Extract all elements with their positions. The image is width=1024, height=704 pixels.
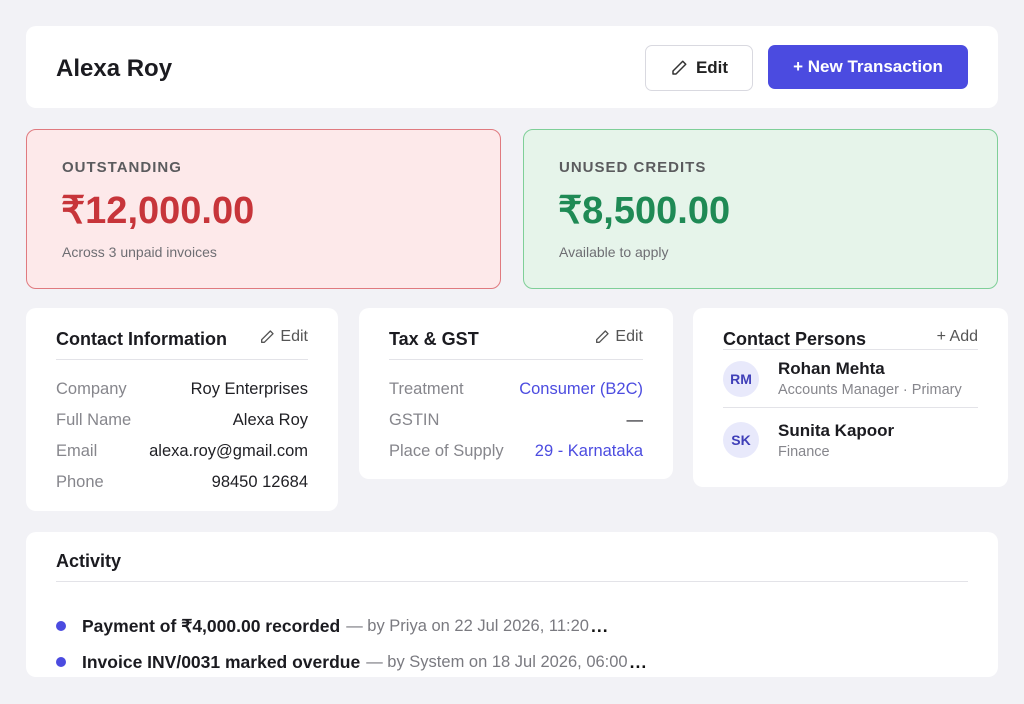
activity-text: Payment of ₹4,000.00 recorded	[82, 615, 341, 636]
place-of-supply-value[interactable]: 29 - Karnataka	[535, 442, 643, 461]
contact-info-rows: Company Roy Enterprises Full Name Alexa …	[56, 374, 308, 498]
info-row: Full Name Alexa Roy	[56, 405, 308, 436]
outstanding-note: Across 3 unpaid invoices	[62, 244, 217, 260]
credits-note: Available to apply	[559, 244, 669, 260]
row-value: 98450 12684	[211, 473, 308, 491]
edit-label: Edit	[615, 328, 643, 345]
activity-text: Invoice INV/0031 marked overdue	[82, 651, 361, 672]
card-title: Contact Information	[56, 329, 227, 349]
activity-item: Invoice INV/0031 marked overdue — by Sys…	[56, 644, 968, 680]
edit-button-label: Edit	[695, 58, 729, 77]
info-row: Email alexa.roy@gmail.com	[56, 436, 308, 467]
pencil-icon	[670, 59, 688, 77]
activity-more[interactable]: ...	[591, 616, 609, 637]
row-value: —	[626, 411, 644, 429]
row-label: GSTIN	[389, 411, 440, 429]
edit-label: Edit	[280, 328, 308, 345]
row-value: Alexa Roy	[232, 411, 308, 429]
unused-credits-card: UNUSED CREDITS ₹8,500.00 Available to ap…	[523, 129, 998, 289]
edit-tax-gst-button[interactable]: Edit	[594, 328, 643, 346]
edit-contact-info-button[interactable]: Edit	[259, 328, 308, 346]
activity-card: Activity Payment of ₹4,000.00 recorded —…	[26, 532, 998, 677]
card-header: Contact Persons + Add	[723, 328, 978, 350]
row-label: Place of Supply	[389, 442, 504, 460]
person-name: Sunita Kapoor	[778, 420, 895, 440]
customer-name: Alexa Roy	[56, 55, 173, 82]
credits-amount: ₹8,500.00	[558, 190, 731, 232]
info-row: Place of Supply 29 - Karnataka	[389, 436, 643, 467]
new-transaction-button[interactable]: + New Transaction	[768, 45, 968, 89]
bullet-dot-icon	[56, 657, 66, 667]
contact-persons-card: Contact Persons + Add RM Rohan Mehta Acc…	[693, 308, 1008, 487]
pencil-icon	[259, 329, 275, 345]
row-label: Full Name	[56, 411, 132, 429]
person-role: Accounts Manager · Primary	[778, 382, 962, 398]
info-row: Treatment Consumer (B2C)	[389, 374, 643, 405]
activity-item: Payment of ₹4,000.00 recorded — by Priya…	[56, 608, 968, 644]
avatar: SK	[723, 422, 759, 458]
bullet-dot-icon	[56, 621, 66, 631]
person-name: Rohan Mehta	[778, 359, 885, 378]
card-header: Contact Information Edit	[56, 328, 308, 360]
pencil-icon	[594, 329, 610, 345]
row-label: Email	[56, 442, 98, 460]
activity-meta: — by System on 18 Jul 2026, 06:00	[366, 652, 628, 671]
activity-list: Payment of ₹4,000.00 recorded — by Priya…	[56, 608, 968, 680]
person-details: Rohan Mehta Accounts Manager · Primary	[778, 359, 962, 398]
card-title: Contact Persons	[723, 329, 867, 349]
card-title: Tax & GST	[389, 329, 479, 349]
info-row: Company Roy Enterprises	[56, 374, 308, 405]
outstanding-amount: ₹12,000.00	[61, 190, 255, 232]
edit-customer-button[interactable]: Edit	[645, 45, 753, 91]
info-row: GSTIN —	[389, 405, 643, 436]
treatment-value[interactable]: Consumer (B2C)	[519, 380, 643, 399]
tax-gst-card: Tax & GST Edit Treatment Consumer (B2C) …	[359, 308, 673, 479]
row-label: Treatment	[389, 380, 464, 398]
add-contact-person-button[interactable]: + Add	[937, 328, 978, 346]
row-label: Company	[56, 380, 127, 398]
contact-person-item[interactable]: RM Rohan Mehta Accounts Manager · Primar…	[723, 350, 978, 408]
row-label: Phone	[56, 473, 104, 491]
credits-label: UNUSED CREDITS	[559, 159, 707, 176]
card-header: Tax & GST Edit	[389, 328, 643, 360]
customer-header: Alexa Roy Edit + New Transaction	[26, 26, 998, 108]
contact-information-card: Contact Information Edit Company Roy Ent…	[26, 308, 338, 511]
row-value: alexa.roy@gmail.com	[149, 442, 308, 460]
outstanding-label: OUTSTANDING	[62, 159, 182, 176]
tax-gst-rows: Treatment Consumer (B2C) GSTIN — Place o…	[389, 374, 643, 467]
card-header: Activity	[56, 550, 968, 582]
card-title: Activity	[56, 551, 122, 571]
person-role: Finance	[778, 443, 830, 460]
person-details: Sunita Kapoor Finance	[778, 421, 894, 460]
avatar: RM	[723, 360, 759, 397]
info-row: Phone 98450 12684	[56, 467, 308, 498]
activity-more[interactable]: ...	[630, 652, 648, 673]
row-value: Roy Enterprises	[190, 380, 308, 398]
contact-person-item[interactable]: SK Sunita Kapoor Finance	[723, 411, 978, 469]
outstanding-card: OUTSTANDING ₹12,000.00 Across 3 unpaid i…	[26, 129, 501, 289]
activity-meta: — by Priya on 22 Jul 2026, 11:20	[346, 616, 589, 635]
